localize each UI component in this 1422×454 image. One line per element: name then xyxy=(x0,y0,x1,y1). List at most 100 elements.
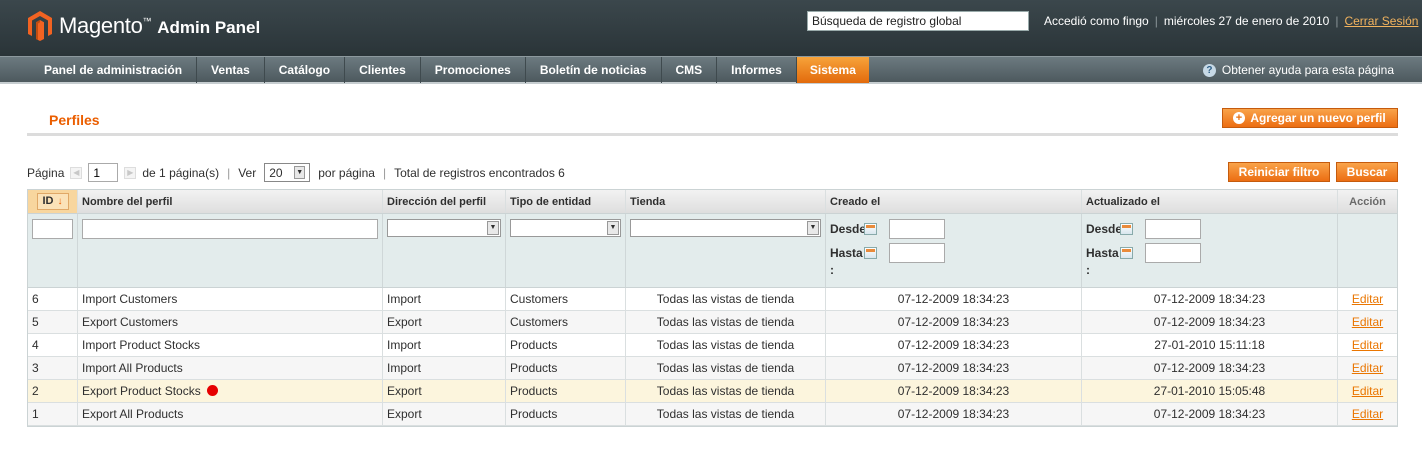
created-to-label: Hasta xyxy=(830,246,863,260)
cell-name: Export All Products xyxy=(78,403,383,425)
cell-created: 07-12-2009 18:34:23 xyxy=(826,288,1082,310)
calendar-icon[interactable] xyxy=(1120,223,1133,235)
filter-id-input[interactable] xyxy=(32,219,73,239)
edit-link[interactable]: Editar xyxy=(1352,338,1383,352)
cell-entity: Products xyxy=(506,380,626,402)
filter-entity-select[interactable]: ▼ xyxy=(510,219,621,237)
nav-item-system[interactable]: Sistema xyxy=(796,57,869,83)
per-page-select[interactable]: 20 ▼ xyxy=(264,163,311,182)
cell-created: 07-12-2009 18:34:23 xyxy=(826,334,1082,356)
nav-item-cms[interactable]: CMS xyxy=(662,57,718,83)
cell-updated: 27-01-2010 15:05:48 xyxy=(1082,380,1338,402)
calendar-icon[interactable] xyxy=(864,247,877,259)
cell-id: 4 xyxy=(28,334,78,356)
cell-updated: 07-12-2009 18:34:23 xyxy=(1082,357,1338,379)
grid-body: 6 Import Customers Import Customers Toda… xyxy=(28,288,1397,426)
cell-created: 07-12-2009 18:34:23 xyxy=(826,357,1082,379)
table-row[interactable]: 1 Export All Products Export Products To… xyxy=(28,403,1397,426)
edit-link[interactable]: Editar xyxy=(1352,361,1383,375)
logout-link[interactable]: Cerrar Sesión xyxy=(1344,14,1418,28)
next-page-icon[interactable]: ▶ xyxy=(124,166,137,179)
calendar-icon[interactable] xyxy=(1120,247,1133,259)
col-direction-header[interactable]: Dirección del perfil xyxy=(383,190,506,213)
cell-entity: Customers xyxy=(506,288,626,310)
magento-logo[interactable]: Magento™ Admin Panel xyxy=(28,11,260,41)
edit-link[interactable]: Editar xyxy=(1352,292,1383,306)
nav-item-reports[interactable]: Informes xyxy=(717,57,797,83)
updated-to-input[interactable] xyxy=(1145,243,1201,263)
col-updated-header[interactable]: Actualizado el xyxy=(1082,190,1338,213)
pager: Página ◀ ▶ de 1 página(s) | Ver 20 ▼ por… xyxy=(27,163,565,182)
current-date: miércoles 27 de enero de 2010 xyxy=(1163,14,1330,28)
pager-total-pages: de 1 página(s) xyxy=(142,165,220,180)
cell-direction: Export xyxy=(383,380,506,402)
page-number-input[interactable] xyxy=(88,163,119,182)
cell-id: 3 xyxy=(28,357,78,379)
edit-link[interactable]: Editar xyxy=(1352,315,1383,329)
cell-updated: 07-12-2009 18:34:23 xyxy=(1082,311,1338,333)
updated-to-colon: : xyxy=(1086,263,1090,277)
col-id-header[interactable]: ID ↓ xyxy=(28,190,78,213)
add-profile-label: Agregar un nuevo perfil xyxy=(1250,111,1386,125)
brand-name: Magento™ xyxy=(59,13,152,39)
nav-item-catalog[interactable]: Catálogo xyxy=(265,57,346,83)
cell-updated: 07-12-2009 18:34:23 xyxy=(1082,403,1338,425)
created-from-input[interactable] xyxy=(889,219,945,239)
cell-created: 07-12-2009 18:34:23 xyxy=(826,403,1082,425)
per-page-value: 20 xyxy=(269,165,283,180)
brand-subtitle: Admin Panel xyxy=(157,18,261,37)
edit-link[interactable]: Editar xyxy=(1352,407,1383,421)
table-row[interactable]: 6 Import Customers Import Customers Toda… xyxy=(28,288,1397,311)
global-search-input[interactable] xyxy=(807,11,1029,31)
cell-created: 07-12-2009 18:34:23 xyxy=(826,380,1082,402)
cell-direction: Export xyxy=(383,403,506,425)
main-nav: Panel de administración Ventas Catálogo … xyxy=(0,56,1422,84)
search-button[interactable]: Buscar xyxy=(1336,162,1398,182)
table-row[interactable]: 2 Export Product Stocks Export Products … xyxy=(28,380,1397,403)
logged-in-user: Accedió como fingo xyxy=(1044,14,1149,28)
nav-item-sales[interactable]: Ventas xyxy=(197,57,265,83)
cell-name-text: Export Product Stocks xyxy=(82,384,201,398)
prev-page-icon[interactable]: ◀ xyxy=(70,166,83,179)
table-row[interactable]: 3 Import All Products Import Products To… xyxy=(28,357,1397,380)
cell-store: Todas las vistas de tienda xyxy=(626,311,826,333)
reset-filter-button[interactable]: Reiniciar filtro xyxy=(1228,162,1330,182)
grid-header-row: ID ↓ Nombre del perfil Dirección del perf… xyxy=(28,190,1397,214)
col-entity-header[interactable]: Tipo de entidad xyxy=(506,190,626,213)
created-to-input[interactable] xyxy=(889,243,945,263)
nav-item-dashboard[interactable]: Panel de administración xyxy=(30,57,198,83)
nav-item-newsletter[interactable]: Boletín de noticias xyxy=(526,57,662,83)
nav-item-customers[interactable]: Clientes xyxy=(345,57,421,83)
magento-logo-icon xyxy=(28,11,52,41)
calendar-icon[interactable] xyxy=(864,223,877,235)
chevron-down-icon: ▼ xyxy=(294,166,306,179)
cell-created: 07-12-2009 18:34:23 xyxy=(826,311,1082,333)
filter-direction-select[interactable]: ▼ xyxy=(387,219,501,237)
chevron-down-icon: ▼ xyxy=(607,221,619,235)
total-records: Total de registros encontrados 6 xyxy=(394,165,565,180)
filter-store-select[interactable]: ▼ xyxy=(630,219,821,237)
cell-id: 6 xyxy=(28,288,78,310)
col-name-header[interactable]: Nombre del perfil xyxy=(78,190,383,213)
filter-name-input[interactable] xyxy=(82,219,378,239)
updated-from-input[interactable] xyxy=(1145,219,1201,239)
chevron-down-icon: ▼ xyxy=(487,221,499,235)
edit-link[interactable]: Editar xyxy=(1352,384,1383,398)
table-row[interactable]: 5 Export Customers Export Customers Toda… xyxy=(28,311,1397,334)
cell-store: Todas las vistas de tienda xyxy=(626,288,826,310)
cell-direction: Export xyxy=(383,311,506,333)
updated-to-label: Hasta xyxy=(1086,246,1119,260)
cell-name: Export Customers xyxy=(78,311,383,333)
col-store-header[interactable]: Tienda xyxy=(626,190,826,213)
table-row[interactable]: 4 Import Product Stocks Import Products … xyxy=(28,334,1397,357)
cell-name: Import Product Stocks xyxy=(78,334,383,356)
nav-item-promotions[interactable]: Promociones xyxy=(421,57,526,83)
add-profile-button[interactable]: + Agregar un nuevo perfil xyxy=(1222,108,1398,128)
red-dot-icon xyxy=(206,385,218,397)
cell-direction: Import xyxy=(383,334,506,356)
col-created-header[interactable]: Creado el xyxy=(826,190,1082,213)
cell-id: 5 xyxy=(28,311,78,333)
cell-entity: Products xyxy=(506,403,626,425)
cell-entity: Customers xyxy=(506,311,626,333)
help-link[interactable]: ? Obtener ayuda para esta página xyxy=(1202,63,1394,77)
